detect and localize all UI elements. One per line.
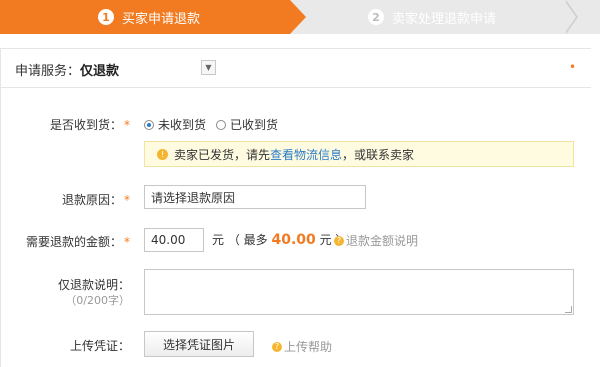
help-icon: ?: [334, 235, 344, 246]
amount-max-prefix: （ 最多: [227, 233, 272, 247]
reason-label: 退款原因： *: [62, 191, 130, 208]
radio-received[interactable]: 已收到货: [216, 116, 278, 133]
service-label: 申请服务：仅退款: [15, 60, 119, 79]
step-active-arrow: [290, 0, 306, 34]
step-1-label: 买家申请退款: [122, 11, 201, 27]
step-1-number: 1: [98, 9, 114, 25]
lightbulb-icon: !: [157, 148, 168, 160]
service-label-text: 申请服务：: [15, 64, 81, 79]
required-star: *: [124, 235, 130, 249]
chevron-down-icon: ▼: [205, 63, 212, 72]
required-mark: •: [569, 60, 577, 74]
step-2-number: 2: [368, 9, 384, 25]
upload-button[interactable]: 选择凭证图片: [144, 331, 254, 357]
reason-select[interactable]: 请选择退款原因: [144, 185, 366, 209]
required-star: *: [124, 118, 130, 132]
radio-unchecked-icon: [216, 119, 226, 130]
received-label: 是否收到货： *: [50, 116, 130, 133]
step-2: 2 卖家处理退款申请: [368, 0, 496, 34]
resize-handle[interactable]: [565, 306, 572, 313]
service-row: 申请服务：仅退款 ▼ •: [0, 48, 591, 88]
amount-help-link[interactable]: ? 退款金额说明: [334, 232, 418, 249]
received-label-text: 是否收到货：: [49, 118, 122, 132]
amount-unit-text: 元: [212, 233, 225, 247]
radio-checked-icon: [144, 119, 154, 130]
description-label: 仅退款说明：: [57, 278, 130, 292]
step-1: 1 买家申请退款: [98, 0, 200, 34]
description-textarea[interactable]: [144, 269, 574, 315]
upload-help-link[interactable]: ? 上传帮助: [272, 338, 332, 355]
notice-suffix: ，或联系卖家: [342, 147, 415, 162]
amount-max-value: 40.00: [271, 232, 316, 248]
upload-label: 上传凭证：: [69, 339, 130, 353]
amount-label: 需要退款的金额： *: [26, 233, 130, 250]
reason-label-text: 退款原因：: [61, 193, 122, 207]
radio-not-received-label: 未收到货: [158, 118, 207, 132]
description-counter: （0/200字）: [65, 294, 130, 307]
step-end-arrow-inner: [564, 0, 576, 34]
upload-help-text: 上传帮助: [284, 340, 333, 354]
step-2-label: 卖家处理退款申请: [392, 11, 497, 27]
progress-steps: 1 买家申请退款 2 卖家处理退款申请: [0, 0, 600, 34]
required-star: *: [124, 193, 130, 207]
amount-input[interactable]: 40.00: [144, 228, 204, 252]
service-dropdown-toggle[interactable]: ▼: [201, 60, 216, 75]
logistics-link[interactable]: 查看物流信息: [270, 146, 342, 163]
amount-unit: 元 （ 最多 40.00 元 ）: [212, 231, 347, 248]
notice-prefix: 卖家已发货，请先: [174, 147, 271, 162]
radio-received-label: 已收到货: [230, 118, 279, 132]
amount-label-text: 需要退款的金额：: [25, 235, 122, 249]
shipping-notice: ! 卖家已发货，请先 查看物流信息 ，或联系卖家: [144, 141, 574, 167]
radio-not-received[interactable]: 未收到货: [144, 116, 206, 133]
form-border: [0, 86, 1, 367]
help-icon: ?: [272, 341, 282, 352]
service-value: 仅退款: [80, 64, 120, 79]
amount-help-text: 退款金额说明: [346, 234, 419, 248]
